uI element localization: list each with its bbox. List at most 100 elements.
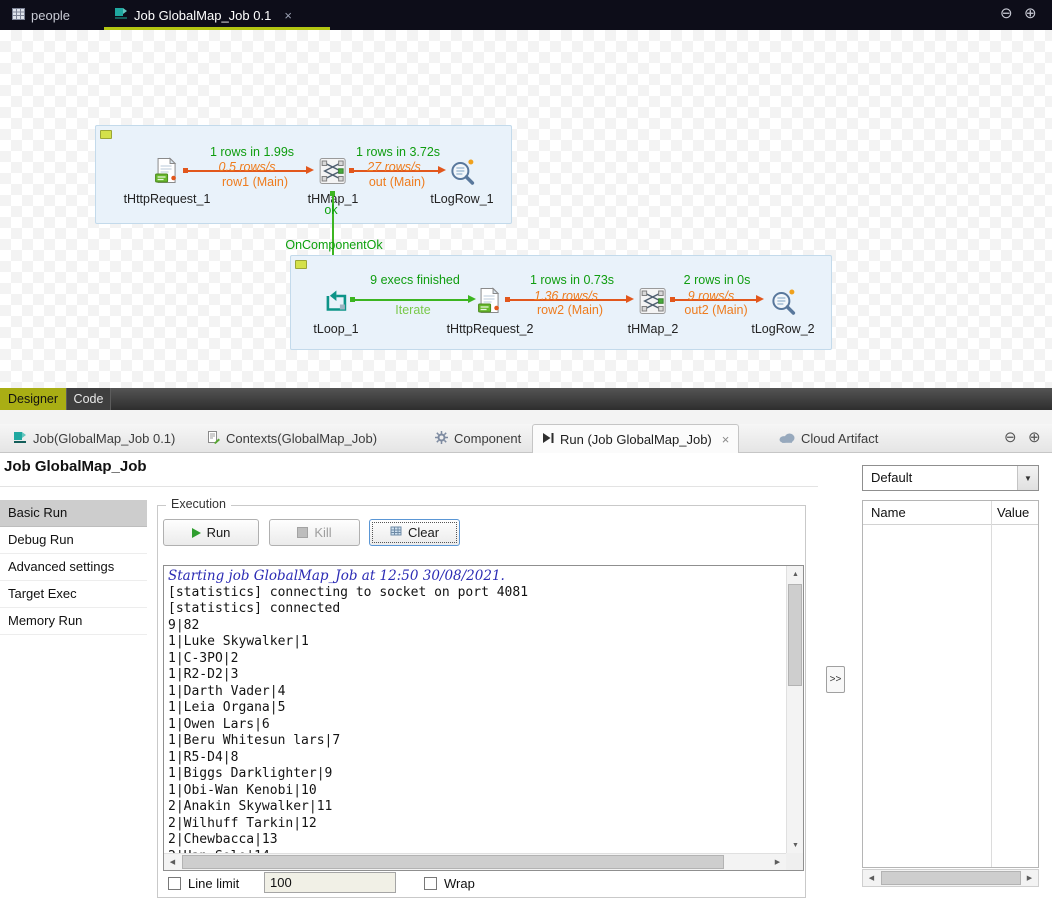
kill-button-label: Kill	[314, 525, 331, 540]
sidebar-item-debug-run[interactable]: Debug Run	[0, 527, 147, 554]
component-thmap-2[interactable]: tHMap_2	[628, 287, 679, 336]
maximize-icon[interactable]: ⊕	[1024, 6, 1037, 22]
connection-name[interactable]: Iterate	[395, 303, 430, 317]
component-tlogrow-1[interactable]: tLogRow_1	[430, 157, 493, 206]
ok-label: ok	[324, 203, 337, 217]
subjob-collapse-icon[interactable]	[295, 260, 307, 269]
play-icon	[192, 528, 201, 538]
tab-people[interactable]: people	[0, 0, 112, 30]
tab-label: Component	[454, 431, 521, 446]
component-label: tHttpRequest_1	[124, 192, 211, 206]
tab-code[interactable]: Code	[66, 388, 111, 410]
tab-label: Job(GlobalMap_Job 0.1)	[33, 431, 175, 446]
tab-run[interactable]: Run (Job GlobalMap_Job) ×	[532, 424, 739, 453]
title-divider	[0, 486, 818, 487]
sidebar-item-memory-run[interactable]: Memory Run	[0, 608, 147, 635]
minimize-icon[interactable]: ⊖	[1000, 6, 1013, 22]
horizontal-scrollbar-thumb[interactable]	[182, 855, 724, 869]
component-thttprequest-1[interactable]: tHttpRequest_1	[124, 157, 211, 206]
view-tab-bar: Designer Code	[0, 388, 1052, 410]
scroll-up-icon[interactable]: ▲	[787, 566, 804, 582]
dropdown-arrow-icon[interactable]: ▼	[1017, 466, 1038, 490]
column-header-value: Value	[997, 505, 1029, 520]
execution-console: Starting job GlobalMap_Job at 12:50 30/0…	[163, 565, 804, 871]
close-icon[interactable]: ×	[722, 432, 730, 447]
context-select-value: Default	[871, 470, 912, 485]
job-icon	[114, 7, 128, 23]
panel-tab-bar: Job(GlobalMap_Job 0.1) Contexts(GlobalMa…	[0, 424, 1052, 453]
thmap-icon	[638, 287, 668, 320]
line-limit-checkbox[interactable]	[168, 877, 181, 890]
sidebar-item-target-exec[interactable]: Target Exec	[0, 581, 147, 608]
component-label: tHMap_2	[628, 322, 679, 336]
context-horizontal-scrollbar: ◀ ▶	[862, 869, 1039, 887]
editor-tab-bar: people Job GlobalMap_Job 0.1 × ⊖ ⊕	[0, 0, 1052, 30]
column-header-name: Name	[871, 505, 906, 520]
context-select[interactable]: Default ▼	[862, 465, 1039, 491]
scroll-left-icon[interactable]: ◀	[164, 854, 181, 870]
column-divider	[991, 501, 992, 867]
connection-name[interactable]: row1 (Main)	[222, 175, 288, 189]
minimize-icon[interactable]: ⊖	[1004, 430, 1017, 446]
sidebar-item-advanced-settings[interactable]: Advanced settings	[0, 554, 147, 581]
tab-label: Contexts(GlobalMap_Job)	[226, 431, 377, 446]
tloop-icon	[323, 287, 349, 320]
connection-stats: 1 rows in 0.73s	[530, 273, 614, 287]
cloud-icon	[779, 431, 795, 446]
scroll-left-icon[interactable]: ◀	[863, 870, 880, 886]
scroll-down-icon[interactable]: ▼	[787, 837, 804, 853]
page-title: Job GlobalMap_Job	[4, 458, 147, 475]
tab-job-globalmap[interactable]: Job GlobalMap_Job 0.1 ×	[104, 0, 330, 30]
run-icon	[542, 432, 554, 447]
component-thttprequest-2[interactable]: tHttpRequest_2	[447, 287, 534, 336]
contexts-icon	[207, 431, 220, 447]
component-tloop-1[interactable]: tLoop_1	[313, 287, 358, 336]
wrap-checkbox[interactable]	[424, 877, 437, 890]
connection-rate: 0.5 rows/s	[219, 160, 276, 174]
arrowhead-icon	[626, 295, 634, 303]
close-icon[interactable]: ×	[284, 8, 292, 23]
tlogrow-icon	[770, 287, 796, 320]
tab-job-view[interactable]: Job(GlobalMap_Job 0.1)	[4, 424, 184, 453]
run-button[interactable]: Run	[163, 519, 259, 546]
horizontal-scrollbar-thumb[interactable]	[881, 871, 1021, 885]
tab-label: Cloud Artifact	[801, 431, 878, 446]
grid-icon	[12, 8, 25, 23]
component-label: tLogRow_1	[430, 192, 493, 206]
expand-context-button[interactable]: >>	[826, 666, 845, 693]
maximize-icon[interactable]: ⊕	[1028, 430, 1041, 446]
scroll-right-icon[interactable]: ▶	[769, 854, 786, 870]
console-output[interactable]: Starting job GlobalMap_Job at 12:50 30/0…	[164, 566, 786, 853]
tab-cloud-artifact[interactable]: Cloud Artifact	[770, 424, 887, 453]
kill-button[interactable]: Kill	[269, 519, 360, 546]
tab-designer[interactable]: Designer	[0, 388, 66, 410]
scrollbar-corner	[786, 853, 803, 870]
job-icon	[13, 431, 27, 447]
vertical-scrollbar-thumb[interactable]	[788, 584, 802, 686]
design-canvas[interactable]: tHttpRequest_1 tHMap_1 tLogRow_1 1 rows …	[0, 30, 1052, 388]
sidebar-item-basic-run[interactable]: Basic Run	[0, 500, 147, 527]
trigger-label[interactable]: OnComponentOk	[285, 238, 382, 252]
subjob-collapse-icon[interactable]	[100, 130, 112, 139]
tab-label: Run (Job GlobalMap_Job)	[560, 432, 712, 447]
arrowhead-icon	[468, 295, 476, 303]
connection-iterate[interactable]	[354, 299, 468, 301]
connection-name[interactable]: row2 (Main)	[537, 303, 603, 317]
component-label: tLoop_1	[313, 322, 358, 336]
stop-icon	[297, 527, 308, 538]
connection-stats: 2 rows in 0s	[684, 273, 751, 287]
line-limit-input[interactable]	[264, 872, 396, 893]
clear-button-label: Clear	[408, 525, 439, 540]
tab-component[interactable]: Component	[426, 424, 530, 453]
run-button-label: Run	[207, 525, 231, 540]
arrowhead-icon	[756, 295, 764, 303]
connection-name[interactable]: out (Main)	[369, 175, 425, 189]
scroll-right-icon[interactable]: ▶	[1021, 870, 1038, 886]
connection-stats: 1 rows in 1.99s	[210, 145, 294, 159]
divider-strip	[0, 410, 1052, 424]
connection-name[interactable]: out2 (Main)	[684, 303, 747, 317]
tab-contexts[interactable]: Contexts(GlobalMap_Job)	[198, 424, 386, 453]
connection-stats: 1 rows in 3.72s	[356, 145, 440, 159]
clear-icon	[390, 525, 402, 540]
clear-button[interactable]: Clear	[369, 519, 460, 546]
